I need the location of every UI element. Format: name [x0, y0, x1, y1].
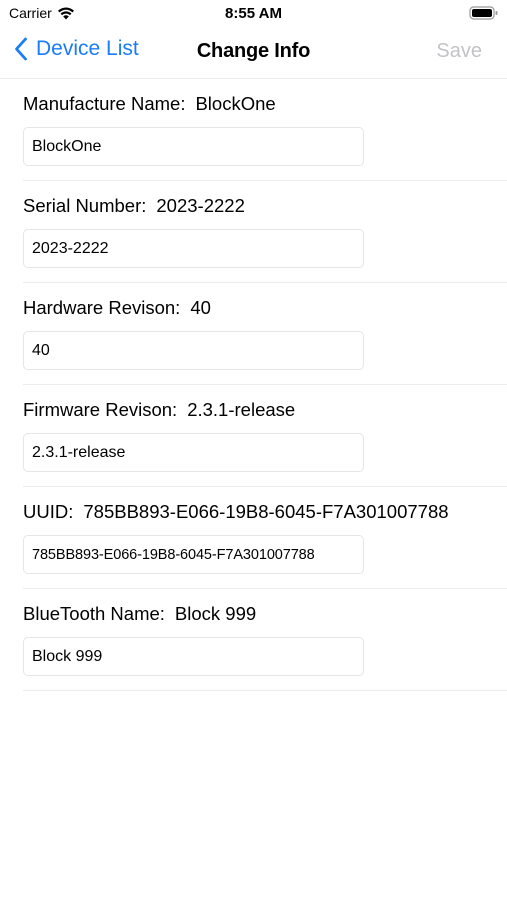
uuid-cell: UUID: 785BB893-E066-19B8-6045-F7A30100778… — [23, 487, 507, 589]
hardware-revision-cell: Hardware Revison: 40 — [23, 283, 507, 385]
save-button[interactable]: Save — [436, 40, 482, 63]
field-current-value: 40 — [190, 297, 211, 318]
field-label-text: Firmware Revison: — [23, 399, 178, 420]
field-current-value: 2023-2222 — [156, 195, 245, 216]
info-form: Manufacture Name: BlockOne Serial Number:… — [0, 79, 507, 691]
status-bar: Carrier 8:55 AM — [0, 0, 507, 28]
navigation-bar: Device List Change Info Save — [0, 28, 507, 78]
bluetooth-name-label: BlueTooth Name: Block 999 — [23, 603, 256, 625]
field-current-value: BlockOne — [195, 93, 276, 114]
bluetooth-name-cell: BlueTooth Name: Block 999 — [23, 589, 507, 691]
page-title: Change Info — [196, 40, 311, 62]
manufacture-name-cell: Manufacture Name: BlockOne — [23, 79, 507, 181]
field-current-value: 2.3.1-release — [187, 399, 296, 420]
status-time: 8:55 AM — [225, 5, 282, 22]
field-label-text: Hardware Revison: — [23, 297, 181, 318]
firmware-revision-input[interactable] — [23, 433, 364, 472]
hardware-revision-label: Hardware Revison: 40 — [23, 297, 211, 319]
serial-number-label: Serial Number: 2023-2222 — [23, 195, 245, 217]
serial-number-input[interactable] — [23, 229, 364, 268]
field-label-text: Manufacture Name: — [23, 93, 186, 114]
hardware-revision-input[interactable] — [23, 331, 364, 370]
battery-icon — [469, 6, 498, 20]
firmware-revision-label: Firmware Revison: 2.3.1-release — [23, 399, 295, 421]
uuid-input[interactable] — [23, 535, 364, 574]
field-label-text: Serial Number: — [23, 195, 147, 216]
field-label-text: BlueTooth Name: — [23, 603, 165, 624]
field-current-value: Block 999 — [174, 603, 257, 624]
manufacture-name-input[interactable] — [23, 127, 364, 166]
bluetooth-name-input[interactable] — [23, 637, 364, 676]
firmware-revision-cell: Firmware Revison: 2.3.1-release — [23, 385, 507, 487]
serial-number-cell: Serial Number: 2023-2222 — [23, 181, 507, 283]
field-label-text: UUID: — [23, 501, 74, 522]
field-current-value: 785BB893-E066-19B8-6045-F7A301007788 — [83, 501, 449, 522]
uuid-label: UUID: 785BB893-E066-19B8-6045-F7A30100778… — [23, 501, 449, 523]
manufacture-name-label: Manufacture Name: BlockOne — [23, 93, 276, 115]
